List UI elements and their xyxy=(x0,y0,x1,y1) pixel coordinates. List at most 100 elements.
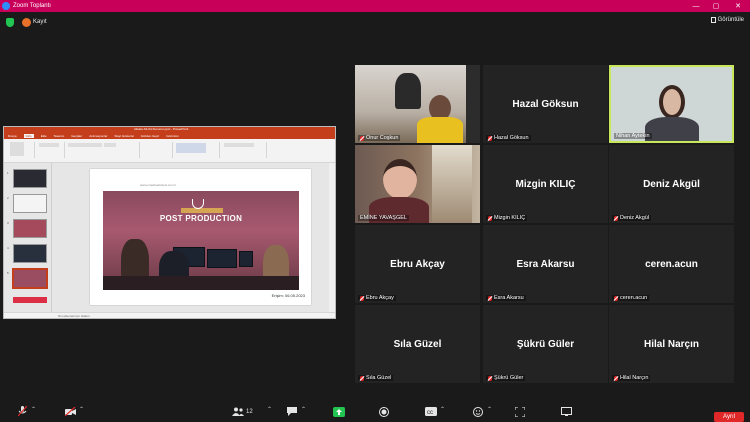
participant-tile[interactable]: Mizgin KILIÇ Mizgin KILIÇ xyxy=(483,145,608,223)
ribbon-divider xyxy=(266,142,267,158)
mic-muted-icon xyxy=(488,135,492,141)
monitor-shape xyxy=(239,251,253,267)
video-button[interactable]: ⌃ xyxy=(64,406,84,417)
chevron-up-icon[interactable]: ⌃ xyxy=(487,406,492,413)
participant-label: Mizgin KILIÇ xyxy=(486,215,528,221)
participant-display-name: Hilal Narçın xyxy=(643,338,700,350)
participant-tile[interactable]: Hilal Narçın Hilal Narçın xyxy=(609,305,734,383)
view-label: Görüntüle xyxy=(717,17,744,23)
captions-button[interactable]: cc ⌃ xyxy=(425,406,445,417)
chat-icon xyxy=(287,407,297,416)
shared-screen[interactable]: Ailelek-Kit-04-Sunumu.pptx - PowerPoint … xyxy=(3,126,336,319)
participant-tile[interactable]: Sıla Güzel Sıla Güzel xyxy=(355,305,480,383)
slide-thumbnail[interactable] xyxy=(13,219,47,238)
record-button[interactable] xyxy=(378,406,390,417)
participant-tile[interactable]: Şükrü Güler Şükrü Güler xyxy=(483,305,608,383)
arrange-button[interactable] xyxy=(224,143,254,147)
participant-display-name: Mizgin KILIÇ xyxy=(515,178,576,190)
video-off-icon xyxy=(64,407,76,416)
neon-sign xyxy=(181,208,223,213)
participant-name: Sıla Güzel xyxy=(366,375,392,381)
whiteboard-button[interactable] xyxy=(560,406,572,417)
chevron-up-icon[interactable]: ⌃ xyxy=(301,406,306,413)
powerpoint-title-bar: Ailelek-Kit-04-Sunumu.pptx - PowerPoint xyxy=(4,127,335,133)
vertical-scrollbar[interactable] xyxy=(329,163,335,312)
slide-thumbnail[interactable] xyxy=(13,194,47,213)
font-size-select[interactable] xyxy=(104,143,116,147)
font-select[interactable] xyxy=(68,143,102,147)
ppt-tab[interactable]: Tasarım xyxy=(54,134,65,138)
paste-button[interactable] xyxy=(10,142,24,156)
chevron-up-icon[interactable]: ⌃ xyxy=(79,406,84,413)
ribbon-divider xyxy=(34,142,35,158)
ppt-tab[interactable]: Giriş xyxy=(23,134,34,138)
participant-tile[interactable]: Ebru Akçay Ebru Akçay xyxy=(355,225,480,303)
participant-display-name: Deniz Akgül xyxy=(643,178,700,190)
close-window-button[interactable]: ✕ xyxy=(728,0,748,12)
participant-name: Onur Coşkun xyxy=(366,135,399,141)
participant-display-name: ceren.acun xyxy=(645,258,698,270)
title-bar: Zoom Toplantı — ▢ ✕ xyxy=(0,0,750,12)
slide-thumbnail[interactable] xyxy=(13,244,47,263)
participant-name: Mizgin KILIÇ xyxy=(494,215,526,221)
participant-tile[interactable]: Esra Akarsu Esra Akarsu xyxy=(483,225,608,303)
thumb-number: 5 xyxy=(7,271,9,275)
slide-thumbnail[interactable] xyxy=(13,169,47,188)
ppt-tab[interactable]: Görünüm xyxy=(166,134,179,138)
participants-icon xyxy=(232,407,244,416)
participants-chevron[interactable]: ⌃ xyxy=(252,406,272,417)
participant-name: Ebru Akçay xyxy=(366,295,394,301)
notes-hint[interactable]: Not eklemek için tıklatın xyxy=(58,314,90,318)
shapes-gallery[interactable] xyxy=(176,143,206,153)
maximize-button[interactable]: ▢ xyxy=(706,0,726,12)
participant-tile-video[interactable]: EMİNE YAVAŞGEL xyxy=(355,145,480,223)
record-icon[interactable] xyxy=(22,18,31,27)
ribbon-divider xyxy=(139,142,140,158)
ribbon-divider xyxy=(172,142,173,158)
svg-text:cc: cc xyxy=(427,410,433,416)
participant-label: Şükrü Güler xyxy=(486,375,526,381)
participant-tile[interactable]: Deniz Akgül Deniz Akgül xyxy=(609,145,734,223)
mic-muted-icon xyxy=(614,295,618,301)
chevron-up-icon[interactable]: ⌃ xyxy=(440,406,445,413)
thumbnail-brand-strip xyxy=(13,297,47,303)
chevron-up-icon[interactable]: ⌃ xyxy=(31,406,36,413)
chat-button[interactable]: ⌃ xyxy=(286,406,306,417)
participant-tile-video[interactable]: Onur Coşkun xyxy=(355,65,480,143)
participants-button[interactable] xyxy=(232,406,244,417)
current-slide[interactable]: www.ornekwebsitesi.com.tr POST PRODUCTIO… xyxy=(90,169,311,305)
mute-button[interactable]: ⌃ xyxy=(16,406,36,417)
shield-icon[interactable] xyxy=(6,18,14,27)
participant-label: Hilal Narçın xyxy=(612,375,651,381)
leave-button[interactable]: Ayrıl xyxy=(714,412,744,422)
participant-display-name: Esra Akarsu xyxy=(516,258,575,270)
ppt-tab[interactable]: Ekle xyxy=(41,134,47,138)
view-button[interactable]: Görüntüle xyxy=(710,17,744,23)
new-slide-button[interactable] xyxy=(39,143,59,147)
ppt-tab[interactable]: Geçişler xyxy=(71,134,82,138)
ppt-tab[interactable]: Gözden Geçir xyxy=(141,134,160,138)
participant-gallery: Onur Coşkun Hazal Göksun Hazal Göksun Ni… xyxy=(355,65,739,383)
ppt-tab[interactable]: Slayt Gösterisi xyxy=(114,134,133,138)
chevron-up-icon[interactable]: ⌃ xyxy=(267,406,272,413)
thumb-number: 2 xyxy=(7,196,9,200)
ppt-tab[interactable]: Animasyonlar xyxy=(89,134,107,138)
slide-photo: POST PRODUCTION xyxy=(103,191,299,290)
ppt-file-title: Ailelek-Kit-04-Sunumu.pptx - PowerPoint xyxy=(134,127,189,131)
zoom-meeting-window: Zoom Toplantı — ▢ ✕ Kayıt Görüntüle Aile… xyxy=(0,0,750,422)
window-title: Zoom Toplantı xyxy=(13,3,51,9)
participant-label: Sıla Güzel xyxy=(358,375,394,381)
minimize-button[interactable]: — xyxy=(686,0,706,12)
participant-tile-active-speaker[interactable]: Nihan Aytekin xyxy=(609,65,734,143)
participant-tile[interactable]: ceren.acun ceren.acun xyxy=(609,225,734,303)
reactions-button[interactable]: ⌃ xyxy=(472,406,492,417)
slide-thumbnail-selected[interactable] xyxy=(12,268,48,289)
participant-label: Deniz Akgül xyxy=(612,215,652,221)
apps-button[interactable] xyxy=(514,406,526,417)
participant-display-name: Şükrü Güler xyxy=(516,338,575,350)
share-screen-button[interactable] xyxy=(333,406,345,417)
meeting-toolbar: ⌃ ⌃ 12 ⌃ ⌃ cc ⌃ ⌃ Ayrıl xyxy=(0,400,750,422)
participant-tile[interactable]: Hazal Göksun Hazal Göksun xyxy=(483,65,608,143)
recording-label[interactable]: Kayıt xyxy=(33,19,47,25)
ppt-tab[interactable]: Dosya xyxy=(8,134,17,138)
